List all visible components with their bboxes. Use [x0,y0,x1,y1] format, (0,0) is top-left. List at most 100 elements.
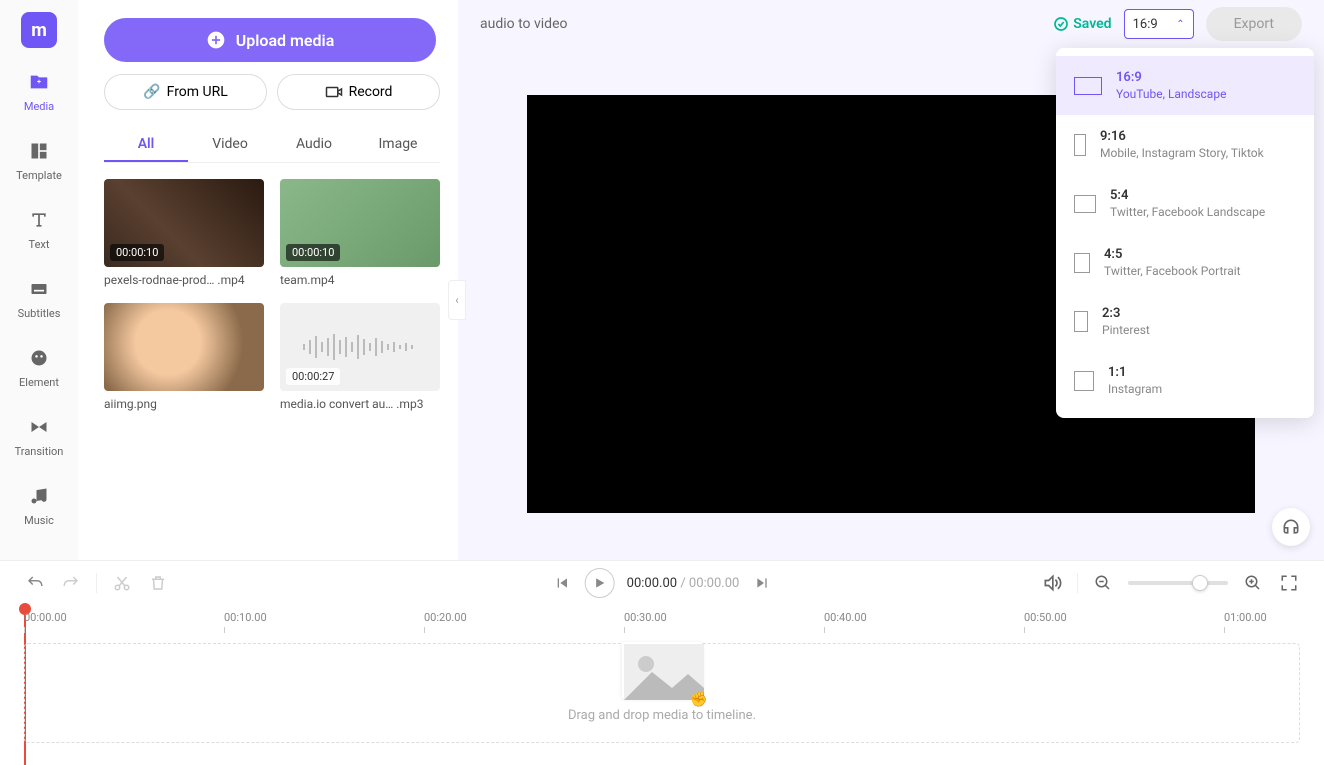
duration-badge: 00:00:27 [286,368,340,385]
aspect-option-16-9[interactable]: 16:9YouTube, Landscape [1056,56,1314,115]
aspect-option-5-4[interactable]: 5:4Twitter, Facebook Landscape [1056,174,1314,233]
media-item[interactable]: aiimg.png [104,303,264,411]
transition-icon [27,415,51,439]
record-button[interactable]: Record [277,74,440,110]
media-filename: aiimg.png [104,397,264,411]
grab-cursor-icon: ✊ [690,692,707,708]
preview-area: ‹ audio to video Saved 16:9 ⌃ Export 16:… [458,0,1324,560]
media-item[interactable]: 00:00:10 team.mp4 [280,179,440,287]
duration-badge: 00:00:10 [286,244,340,261]
folder-plus-icon [27,70,51,94]
ruler-mark: 00:30.00 [624,611,667,624]
collapse-panel-button[interactable]: ‹ [448,280,466,320]
fit-button[interactable] [1278,572,1300,594]
sidebar-item-label: Template [16,169,62,182]
sidebar-item-template[interactable]: Template [0,135,78,186]
aspect-ratio-dropdown: 16:9YouTube, Landscape 9:16Mobile, Insta… [1056,48,1314,418]
ratio-icon [1074,253,1090,273]
ruler-mark: 00:40.00 [824,611,867,624]
aspect-ratio-select[interactable]: 16:9 ⌃ [1124,9,1194,39]
media-tabs: All Video Audio Image [104,128,440,163]
zoom-out-button[interactable] [1092,572,1114,594]
main-sidebar: m Media Template Text Subtitles Element … [0,0,78,560]
template-icon [27,139,51,163]
media-thumbnail: 00:00:10 [104,179,264,267]
subtitles-icon [27,277,51,301]
sidebar-item-subtitles[interactable]: Subtitles [0,273,78,324]
delete-button[interactable] [147,572,169,594]
sidebar-item-label: Element [19,376,59,389]
from-url-button[interactable]: 🔗 From URL [104,74,267,110]
tab-audio[interactable]: Audio [272,128,356,162]
sidebar-item-media[interactable]: Media [0,66,78,117]
sidebar-item-music[interactable]: Music [0,480,78,531]
waveform-icon [300,332,420,362]
chevron-up-icon: ⌃ [1176,19,1184,30]
text-icon [27,208,51,232]
timeline: 00:00.00 / 00:00.00 00:00.00 00:10.00 00… [0,560,1324,762]
media-item[interactable]: 00:00:27 media.io convert au… .mp3 [280,303,440,411]
media-filename: media.io convert au… .mp3 [280,397,440,411]
aspect-option-9-16[interactable]: 9:16Mobile, Instagram Story, Tiktok [1056,115,1314,174]
zoom-thumb[interactable] [1192,575,1208,591]
media-panel: Upload media 🔗 From URL Record All Video… [78,0,458,560]
ratio-icon [1074,195,1096,213]
aspect-option-4-5[interactable]: 4:5Twitter, Facebook Portrait [1056,233,1314,292]
headset-icon [1281,517,1301,537]
media-filename: pexels-rodnae-prod… .mp4 [104,273,264,287]
ruler-mark: 00:10.00 [224,611,267,624]
sidebar-item-transition[interactable]: Transition [0,411,78,462]
media-filename: team.mp4 [280,273,440,287]
timeline-ruler[interactable]: 00:00.00 00:10.00 00:20.00 00:30.00 00:4… [0,605,1324,637]
sidebar-item-label: Transition [15,445,64,458]
ratio-icon [1074,77,1102,95]
dropzone-text: Drag and drop media to timeline. [568,708,756,723]
cut-button[interactable] [111,572,133,594]
ratio-icon [1074,311,1088,332]
ruler-mark: 00:50.00 [1024,611,1067,624]
sidebar-item-text[interactable]: Text [0,204,78,255]
ruler-mark: 00:20.00 [424,611,467,624]
element-icon [27,346,51,370]
tab-image[interactable]: Image [356,128,440,162]
ratio-icon [1074,134,1086,156]
camera-icon [325,85,343,99]
upload-label: Upload media [236,31,335,50]
prev-frame-button[interactable] [551,572,573,594]
media-thumbnail [104,303,264,391]
plus-circle-icon [206,30,226,50]
timeline-dropzone[interactable]: ✊ Drag and drop media to timeline. [24,643,1300,743]
play-button[interactable] [585,568,615,598]
project-title[interactable]: audio to video [480,16,567,32]
sidebar-item-label: Text [29,238,50,251]
sidebar-item-label: Media [24,100,54,113]
top-bar: audio to video Saved 16:9 ⌃ Export [458,0,1324,48]
ruler-mark: 01:00.00 [1224,611,1267,624]
media-thumbnail: 00:00:27 [280,303,440,391]
aspect-option-2-3[interactable]: 2:3Pinterest [1056,292,1314,351]
next-frame-button[interactable] [751,572,773,594]
redo-button[interactable] [60,572,82,594]
aspect-option-1-1[interactable]: 1:1Instagram [1056,351,1314,410]
sidebar-item-label: Music [24,514,54,527]
undo-button[interactable] [24,572,46,594]
zoom-in-button[interactable] [1242,572,1264,594]
volume-button[interactable] [1041,572,1063,594]
tab-all[interactable]: All [104,128,188,162]
ruler-mark: 00:00.00 [24,611,67,624]
tab-video[interactable]: Video [188,128,272,162]
sidebar-item-label: Subtitles [18,307,61,320]
timecode: 00:00.00 / 00:00.00 [627,576,740,591]
support-button[interactable] [1272,508,1310,546]
duration-badge: 00:00:10 [110,244,164,261]
app-logo[interactable]: m [21,12,57,48]
zoom-slider[interactable] [1128,581,1228,585]
saved-status: Saved [1053,16,1111,32]
drag-preview-thumbnail [622,642,702,698]
sidebar-item-element[interactable]: Element [0,342,78,393]
media-thumbnail: 00:00:10 [280,179,440,267]
media-item[interactable]: 00:00:10 pexels-rodnae-prod… .mp4 [104,179,264,287]
ratio-icon [1074,371,1094,391]
upload-media-button[interactable]: Upload media [104,18,436,62]
export-button[interactable]: Export [1206,7,1302,41]
